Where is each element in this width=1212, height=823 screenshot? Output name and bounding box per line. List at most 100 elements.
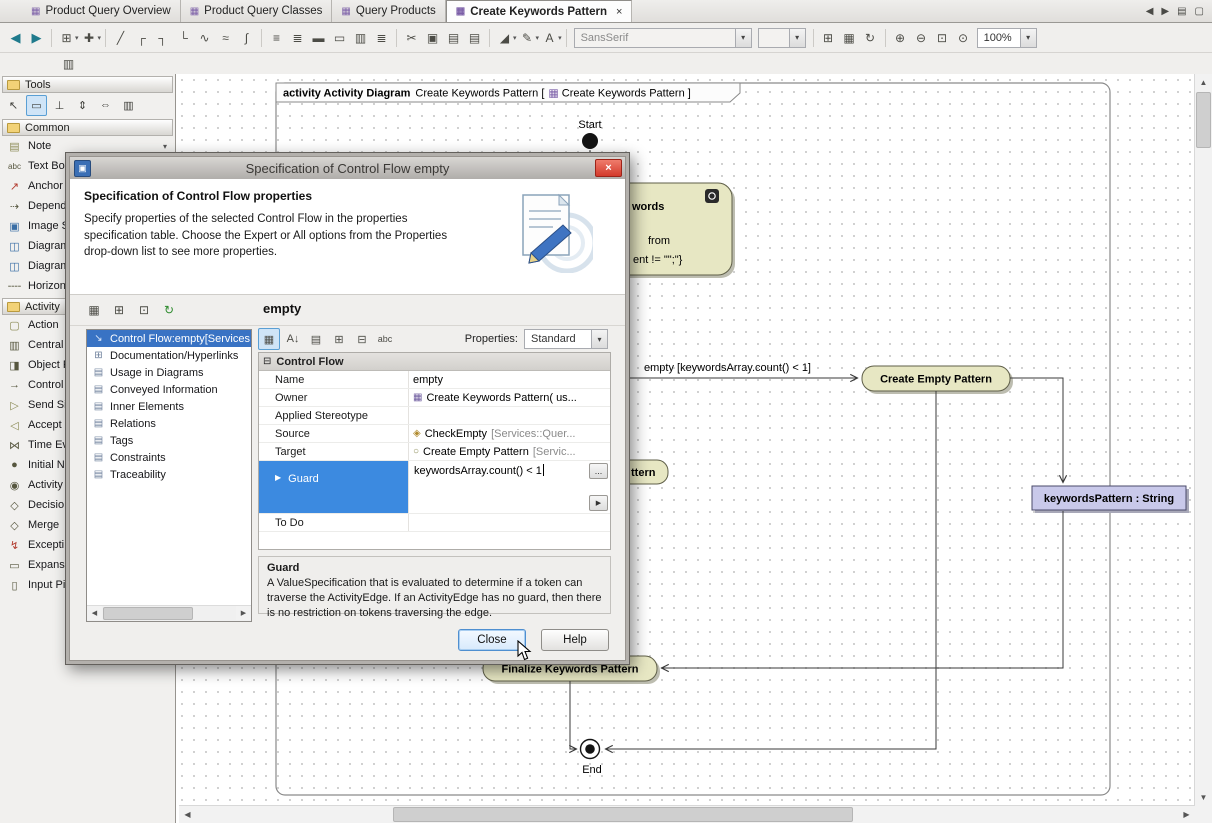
property-row-applied-stereotype[interactable]: Applied Stereotype — [259, 407, 610, 425]
property-row-guard[interactable]: ▶ Guard keywordsArray.count() < 1 ... ▶ — [259, 461, 610, 514]
palette-section-common[interactable]: Common — [2, 119, 173, 136]
tab-product-query-overview[interactable]: ▦ Product Query Overview — [22, 0, 181, 22]
curve-tool-icon[interactable]: ∿ — [194, 27, 215, 48]
font-color-icon[interactable]: A — [539, 27, 560, 48]
rect-path-tool2-icon[interactable]: ┐ — [152, 27, 173, 48]
chevron-down-icon[interactable]: ▾ — [163, 142, 167, 151]
property-row-target[interactable]: Target ○Create Empty Pattern[Servic... — [259, 443, 610, 461]
palette-section-tools[interactable]: Tools — [2, 76, 173, 93]
dropdown-arrow-icon[interactable]: ▾ — [98, 34, 102, 42]
containment-tree-icon[interactable]: ⊞ — [56, 27, 77, 48]
anchor-tool-icon[interactable]: ⊥ — [49, 95, 70, 116]
object-flow-to-keywords-pattern[interactable] — [1010, 378, 1063, 482]
collapse-all-icon[interactable]: ⊟ — [352, 329, 372, 349]
back-icon[interactable]: ◀ — [5, 27, 26, 48]
combo-arrow-icon[interactable]: ▾ — [1020, 29, 1036, 47]
tree-item-relations[interactable]: ▤Relations — [87, 415, 251, 432]
cut-icon[interactable]: ✂ — [401, 27, 422, 48]
tab-create-keywords-pattern[interactable]: ▦ Create Keywords Pattern × — [446, 0, 633, 22]
tab-window-icon[interactable]: ▢ — [1195, 6, 1204, 17]
help-button[interactable]: Help — [541, 629, 609, 651]
tree-item-inner-elements[interactable]: ▤Inner Elements — [87, 398, 251, 415]
property-row-owner[interactable]: Owner ▦Create Keywords Pattern( us... — [259, 389, 610, 407]
scroll-down-icon[interactable]: ▼ — [1195, 789, 1212, 806]
scroll-up-icon[interactable]: ▲ — [1195, 74, 1212, 91]
tree-item-conveyed-information[interactable]: ▤Conveyed Information — [87, 381, 251, 398]
dialog-close-button[interactable]: × — [595, 159, 622, 177]
add-to-model-icon[interactable]: ⊞ — [818, 27, 839, 48]
close-button[interactable]: Close — [458, 629, 526, 651]
sort-alphabetically-icon[interactable]: A↓ — [283, 329, 303, 349]
distribute-icon[interactable]: ▬ — [308, 27, 329, 48]
row-expander-icon[interactable]: ▶ — [275, 473, 281, 482]
dialog-title-bar[interactable]: ▣ Specification of Control Flow empty × — [70, 157, 625, 179]
expand-tree-icon[interactable]: ⊞ — [109, 300, 129, 320]
tree-horizontal-scrollbar[interactable]: ◀ ▶ — [87, 605, 251, 621]
property-row-todo[interactable]: To Do — [259, 514, 610, 532]
property-value[interactable]: ○Create Empty Pattern[Servic... — [409, 443, 610, 460]
marquee-tool-icon[interactable]: ▭ — [26, 95, 47, 116]
plus-box-icon[interactable]: ⊞ — [92, 350, 105, 361]
tab-scroll-left-icon[interactable]: ◀ — [1146, 6, 1154, 17]
collapse-box-icon[interactable]: ⊟ — [263, 356, 271, 367]
property-value[interactable]: ◈CheckEmpty[Services::Quer... — [409, 425, 610, 442]
zoom-level-combo[interactable]: 100% ▾ — [977, 28, 1037, 48]
paste-special-icon[interactable]: ▤ — [464, 27, 485, 48]
scroll-right-icon[interactable]: ▶ — [1178, 806, 1195, 823]
zoom-1to1-icon[interactable]: ⊙ — [953, 27, 974, 48]
tab-list-icon[interactable]: ▤ — [1177, 6, 1186, 17]
combo-arrow-icon[interactable]: ▾ — [789, 29, 805, 47]
combo-arrow-icon[interactable]: ▾ — [735, 29, 751, 47]
tab-product-query-classes[interactable]: ▦ Product Query Classes — [181, 0, 333, 22]
spline-tool-icon[interactable]: ≈ — [215, 27, 236, 48]
property-value[interactable] — [409, 407, 610, 424]
guard-expand-button[interactable]: ▶ — [589, 495, 608, 511]
tab-close-icon[interactable]: × — [616, 6, 622, 18]
control-flow-finalize-to-end[interactable] — [570, 681, 576, 749]
abc-filter-icon[interactable]: abc — [375, 329, 395, 349]
zoom-region-icon[interactable]: ⊡ — [932, 27, 953, 48]
paste-icon[interactable]: ▤ — [443, 27, 464, 48]
freeform-tool-icon[interactable]: ∫ — [236, 27, 257, 48]
control-flow-to-end[interactable] — [606, 391, 936, 749]
horizontal-distribute-tool-icon[interactable]: ⇔ — [95, 95, 116, 116]
pen-color-icon[interactable]: ✎ — [517, 27, 538, 48]
categorized-view-icon[interactable]: ▦ — [258, 328, 280, 350]
tree-item-usage-in-diagrams[interactable]: ▤Usage in Diagrams — [87, 364, 251, 381]
specification-tree[interactable]: ↘Control Flow:empty[Services:: ⊞Document… — [86, 329, 252, 622]
dropdown-arrow-icon[interactable]: ▾ — [75, 34, 79, 42]
clone-view-icon[interactable]: ⊡ — [134, 300, 154, 320]
show-description-icon[interactable]: ▤ — [306, 329, 326, 349]
grid-layout-icon[interactable]: ▥ — [350, 27, 371, 48]
line-tool-icon[interactable]: ╱ — [110, 27, 131, 48]
properties-mode-combo[interactable]: Standard ▾ — [524, 329, 608, 349]
vertical-scrollbar[interactable]: ▲ ▼ — [1194, 74, 1212, 806]
tree-item-tags[interactable]: ▤Tags — [87, 432, 251, 449]
fill-color-icon[interactable]: ◢ — [494, 27, 515, 48]
tree-item-documentation[interactable]: ⊞Documentation/Hyperlinks — [87, 347, 251, 364]
guard-edit-button[interactable]: ... — [589, 463, 608, 479]
guard-expression-text[interactable]: keywordsArray.count() < 1 — [414, 464, 544, 477]
select-tool-icon[interactable]: ↖ — [3, 95, 24, 116]
scroll-left-icon[interactable]: ◀ — [87, 606, 102, 620]
vertical-distribute-tool-icon[interactable]: ⇕ — [72, 95, 93, 116]
rect-path-tool-icon[interactable]: ┌ — [131, 27, 152, 48]
property-row-name[interactable]: Name empty — [259, 371, 610, 389]
property-value[interactable]: ▦Create Keywords Pattern( us... — [409, 389, 610, 406]
copy-icon[interactable]: ▣ — [422, 27, 443, 48]
combo-arrow-icon[interactable]: ▾ — [591, 330, 607, 348]
initial-node[interactable] — [582, 133, 598, 149]
font-size-combo[interactable]: ▾ — [758, 28, 806, 48]
vertical-scroll-thumb[interactable] — [1196, 92, 1211, 148]
table-view-icon[interactable]: ▦ — [839, 27, 860, 48]
scroll-left-icon[interactable]: ◀ — [179, 806, 196, 823]
property-group-control-flow[interactable]: ⊟ Control Flow — [259, 353, 610, 371]
tree-item-constraints[interactable]: ▤Constraints — [87, 449, 251, 466]
tree-item-control-flow[interactable]: ↘Control Flow:empty[Services:: — [87, 330, 251, 347]
align-bottom-icon[interactable]: ≣ — [371, 27, 392, 48]
expand-all-icon[interactable]: ⊞ — [329, 329, 349, 349]
font-family-combo[interactable]: SansSerif ▾ — [574, 28, 752, 48]
zoom-out-icon[interactable]: ⊖ — [911, 27, 932, 48]
rect-path-tool3-icon[interactable]: └ — [173, 27, 194, 48]
property-value[interactable]: empty — [409, 371, 610, 388]
